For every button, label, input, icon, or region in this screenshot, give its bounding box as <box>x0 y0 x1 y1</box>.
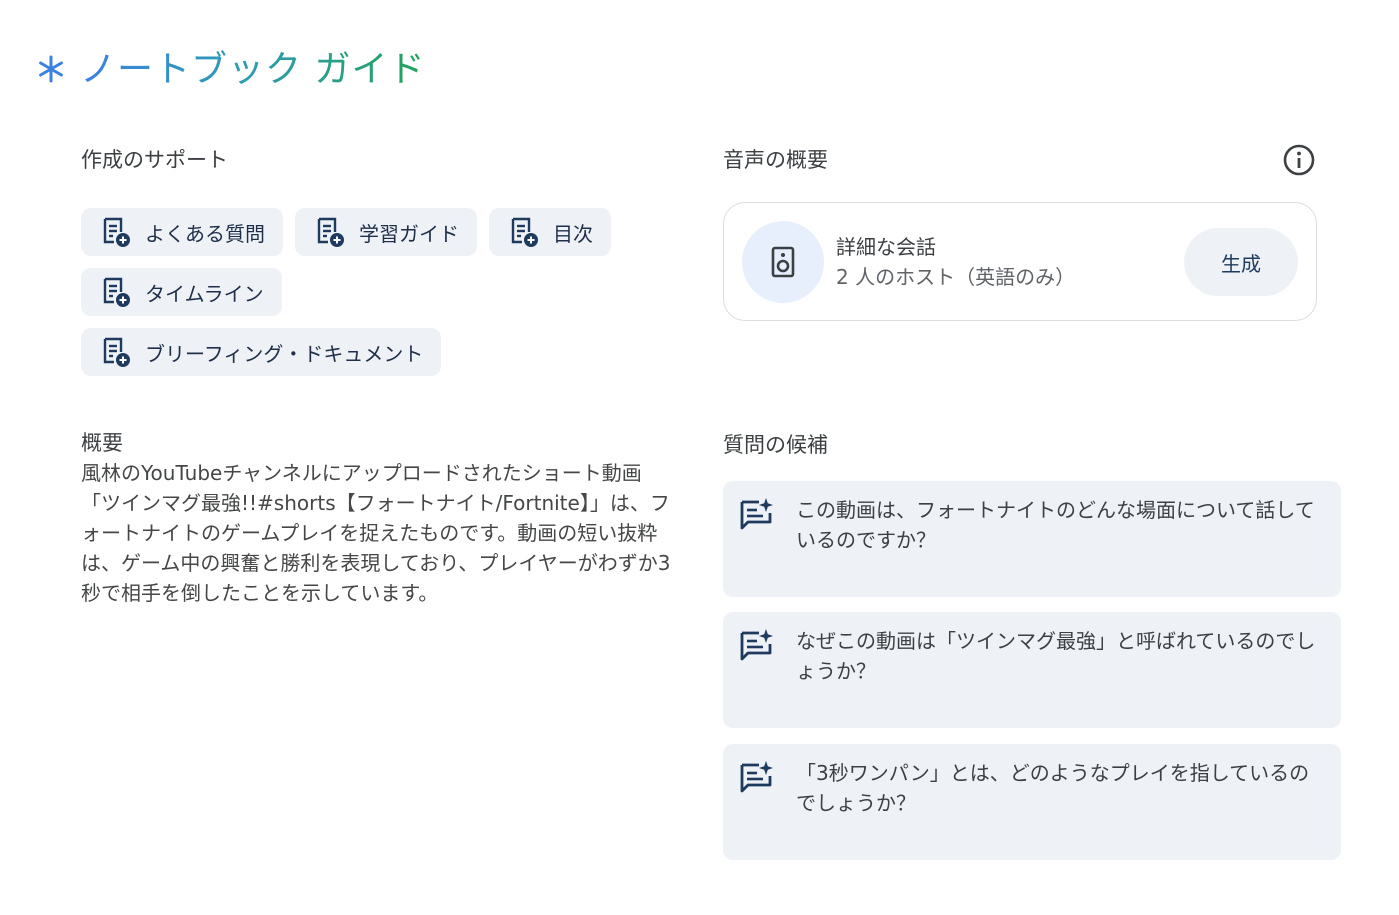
chip-label: よくある質問 <box>145 221 265 246</box>
chip-study-guide[interactable]: 学習ガイド <box>295 208 477 256</box>
suggested-question-text: なぜこの動画は「ツインマグ最強」と呼ばれているのでしょうか？ <box>796 629 1316 683</box>
note-add-icon <box>103 337 130 367</box>
notebook-guide-header: ノートブック ガイド <box>36 40 425 92</box>
info-icon[interactable] <box>1282 143 1316 177</box>
chip-timeline[interactable]: タイムライン <box>81 268 282 316</box>
chat-sparkle-icon <box>740 629 773 661</box>
audio-subtitle: 2 人のホスト（英語のみ） <box>836 265 1076 289</box>
creation-support-title: 作成のサポート <box>81 148 228 172</box>
suggested-question[interactable]: 「3秒ワンパン」とは、どのようなプレイを指しているのでしょうか？ <box>723 744 1341 860</box>
note-add-icon <box>103 217 130 247</box>
creation-chips: よくある質問 学習ガイド 目次 タイムライン ブリーフィング・ドキュメント <box>81 208 681 388</box>
summary-section: 概要 風林のYouTubeチャンネルにアップロードされたショート動画「ツインマグ… <box>81 428 671 608</box>
suggested-question-text: この動画は、フォートナイトのどんな場面について話しているのですか？ <box>796 498 1315 552</box>
speaker-icon <box>771 246 795 278</box>
suggested-question-text: 「3秒ワンパン」とは、どのようなプレイを指しているのでしょうか？ <box>796 761 1310 815</box>
notebook-guide-page: ノートブック ガイド 作成のサポート よくある質問 学習ガイド 目次 タイムライ… <box>0 0 1399 915</box>
chip-faq[interactable]: よくある質問 <box>81 208 283 256</box>
summary-text: 風林のYouTubeチャンネルにアップロードされたショート動画「ツインマグ最強!… <box>81 461 671 605</box>
note-add-icon <box>103 277 130 307</box>
note-add-icon <box>511 217 538 247</box>
summary-heading: 概要 <box>81 431 123 455</box>
chip-briefing-document[interactable]: ブリーフィング・ドキュメント <box>81 328 442 376</box>
generate-button[interactable]: 生成 <box>1184 228 1298 296</box>
chip-label: 学習ガイド <box>359 221 459 246</box>
audio-title: 詳細な会話 <box>836 235 936 259</box>
suggested-question[interactable]: なぜこの動画は「ツインマグ最強」と呼ばれているのでしょうか？ <box>723 612 1341 728</box>
sparkle-icon <box>39 55 63 83</box>
chat-sparkle-icon <box>740 498 773 530</box>
note-add-icon <box>317 217 344 247</box>
suggested-question[interactable]: この動画は、フォートナイトのどんな場面について話しているのですか？ <box>723 481 1341 597</box>
chip-label: 目次 <box>553 221 593 246</box>
audio-overview-card: 詳細な会話 2 人のホスト（英語のみ） 生成 <box>723 202 1317 321</box>
chip-table-of-contents[interactable]: 目次 <box>489 208 611 256</box>
audio-overview-title: 音声の概要 <box>723 148 828 172</box>
suggested-questions-title: 質問の候補 <box>723 433 828 457</box>
chip-label: ブリーフィング・ドキュメント <box>145 341 424 366</box>
chip-label: タイムライン <box>145 281 264 306</box>
page-title: ノートブック ガイド <box>80 40 425 92</box>
chat-sparkle-icon <box>740 761 773 793</box>
speaker-avatar <box>742 221 824 303</box>
